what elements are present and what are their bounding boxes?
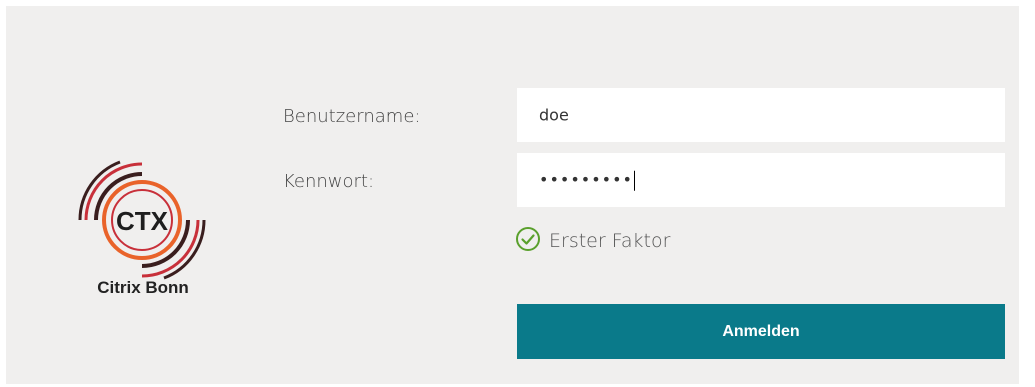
first-factor-status: Erster Faktor xyxy=(515,226,670,256)
password-mask: ••••••••• xyxy=(539,169,633,189)
text-caret xyxy=(633,170,635,191)
logo-text: CTX xyxy=(116,206,169,236)
username-input[interactable]: doe xyxy=(517,88,1005,142)
ctx-logo-icon: CTX xyxy=(78,160,206,280)
check-circle-icon xyxy=(515,226,541,256)
password-label: Kennwort: xyxy=(283,171,375,192)
first-factor-label: Erster Faktor xyxy=(549,230,671,252)
username-value: doe xyxy=(539,105,569,125)
logo-caption: Citrix Bonn xyxy=(97,278,189,297)
password-input[interactable]: ••••••••• xyxy=(517,153,1005,207)
username-label: Benutzername: xyxy=(283,106,421,127)
login-button[interactable]: Anmelden xyxy=(517,304,1005,359)
